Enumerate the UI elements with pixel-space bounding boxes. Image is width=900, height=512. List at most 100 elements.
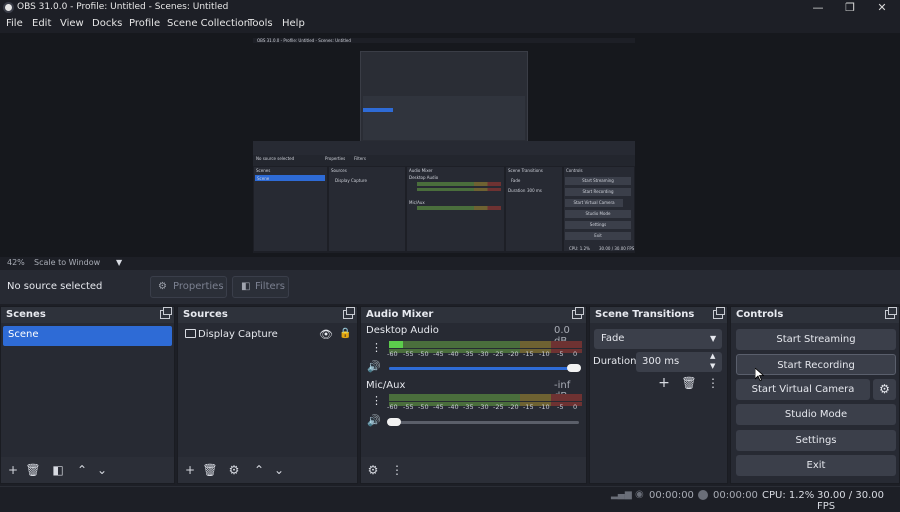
studio-mode-button[interactable]: Studio Mode: [736, 404, 896, 425]
spin-up-icon[interactable]: ▲: [710, 352, 715, 360]
volume-slider-fill: [389, 367, 579, 370]
restore-icon[interactable]: ❐: [840, 1, 860, 15]
spin-down-icon[interactable]: ▼: [710, 362, 715, 370]
gear-icon[interactable]: ⚙: [365, 462, 381, 478]
volume-slider-handle[interactable]: [567, 364, 581, 372]
signal-bars-icon: ▂▄▆: [611, 490, 632, 500]
sources-footer: + 🗑 ⚙ ⌃ ⌄: [178, 457, 357, 483]
arrow-down-icon[interactable]: ⌄: [271, 462, 287, 478]
duration-spinbox[interactable]: 300 ms ▲ ▼: [636, 352, 722, 372]
scale-mode-select[interactable]: Scale to Window: [34, 258, 100, 267]
exit-button[interactable]: Exit: [736, 455, 896, 476]
undock-icon[interactable]: [713, 307, 725, 319]
gear-icon[interactable]: ⚙: [226, 462, 242, 478]
nested-btn-exit: Exit: [565, 232, 631, 240]
mixer-title: Audio Mixer: [361, 307, 586, 323]
meter-ticks: -60 -55 -50 -45 -40 -35 -30 -25 -20 -15 …: [387, 403, 584, 411]
source-item[interactable]: Display Capture 👁 🔒: [180, 326, 355, 346]
stream-time: 00:00:00: [649, 490, 694, 501]
scene-item[interactable]: Scene: [3, 326, 172, 346]
menu-view[interactable]: View: [60, 18, 84, 29]
settings-button[interactable]: Settings: [736, 430, 896, 451]
trash-icon[interactable]: 🗑: [25, 462, 41, 478]
filters-label: Filters: [255, 281, 285, 292]
volume-slider[interactable]: [389, 421, 579, 424]
start-streaming-button[interactable]: Start Streaming: [736, 329, 896, 350]
duration-label: Duration: [593, 356, 637, 367]
menu-help[interactable]: Help: [282, 18, 305, 29]
scale-bar: 42% Scale to Window ▼: [0, 257, 900, 270]
add-icon[interactable]: +: [5, 462, 21, 478]
cpu-usage: CPU: 1.2%: [762, 490, 815, 501]
tick-label: -50: [418, 403, 429, 411]
volume-slider-handle[interactable]: [387, 418, 401, 426]
nested-properties: Properties: [325, 156, 346, 161]
nested-btn-recording: Start Recording: [565, 188, 631, 196]
add-icon[interactable]: +: [182, 462, 198, 478]
nested-no-source: No source selected: [256, 156, 295, 161]
close-icon[interactable]: ✕: [872, 1, 892, 15]
minimize-icon[interactable]: —: [808, 1, 828, 15]
filter-icon[interactable]: ◧: [50, 462, 66, 478]
arrow-up-icon[interactable]: ⌃: [74, 462, 90, 478]
menu-profile[interactable]: Profile: [129, 18, 160, 29]
sources-title: Sources: [178, 307, 357, 323]
scene-item-label: Scene: [8, 329, 39, 340]
tick-label: 0: [573, 350, 578, 358]
menu-bar: File Edit View Docks Profile Scene Colle…: [0, 16, 900, 33]
undock-icon[interactable]: [160, 307, 172, 319]
tick-label: -45: [433, 350, 444, 358]
eye-icon[interactable]: 👁: [319, 328, 333, 341]
add-icon[interactable]: +: [656, 375, 672, 391]
kebab-menu-icon[interactable]: ⋮: [371, 341, 382, 354]
start-virtual-camera-button[interactable]: Start Virtual Camera: [736, 379, 870, 400]
scene-transitions-dock: Scene Transitions Fade ▼ Duration 300 ms…: [589, 306, 728, 484]
duration-value: 300 ms: [642, 356, 680, 367]
level-meter: [389, 394, 582, 401]
menu-file[interactable]: File: [6, 18, 23, 29]
no-source-label: No source selected: [7, 281, 103, 292]
level-meter: [389, 341, 582, 348]
tick-label: -5: [557, 350, 564, 358]
trash-icon[interactable]: 🗑: [681, 375, 697, 391]
nested-scene-item: Scene: [257, 176, 270, 181]
menu-edit[interactable]: Edit: [32, 18, 51, 29]
kebab-menu-icon[interactable]: ⋮: [705, 375, 721, 391]
audio-mixer-dock: Audio Mixer Desktop Audio 0.0 dB ⋮ -60 -…: [360, 306, 587, 484]
chevron-down-icon[interactable]: ▼: [116, 258, 122, 267]
channel-name: Mic/Aux: [366, 380, 406, 391]
tick-label: -45: [433, 403, 444, 411]
tick-label: -55: [403, 350, 414, 358]
controls-title: Controls: [731, 307, 899, 323]
speaker-icon[interactable]: 🔊: [367, 360, 381, 373]
trash-icon[interactable]: 🗑: [202, 462, 218, 478]
nested-fps: 30.00 / 30.00 FPS: [599, 246, 635, 251]
scenes-title: Scenes: [1, 307, 174, 323]
tick-label: -5: [557, 403, 564, 411]
lock-icon[interactable]: 🔒: [339, 328, 351, 339]
undock-icon[interactable]: [885, 307, 897, 319]
nested-desktop-audio: Desktop Audio: [409, 175, 439, 180]
tick-label: -50: [418, 350, 429, 358]
tick-label: 0: [573, 403, 578, 411]
filters-button[interactable]: ◧ Filters: [232, 276, 289, 298]
arrow-down-icon[interactable]: ⌄: [94, 462, 110, 478]
scenes-footer: + 🗑 ◧ ⌃ ⌄: [1, 457, 174, 483]
record-icon: [698, 490, 708, 500]
virtual-camera-settings-button[interactable]: ⚙: [873, 379, 896, 400]
arrow-up-icon[interactable]: ⌃: [251, 462, 267, 478]
undock-icon[interactable]: [343, 307, 355, 319]
nested-duration: Duration: [508, 188, 526, 193]
menu-tools[interactable]: Tools: [248, 18, 273, 29]
controls-dock: Controls Start Streaming Start Recording…: [730, 306, 900, 484]
menu-scene-collection[interactable]: Scene Collection: [167, 18, 250, 29]
preview-area[interactable]: OBS 31.0.0 - Profile: Untitled - Scenes:…: [0, 33, 900, 257]
kebab-menu-icon[interactable]: ⋮: [371, 394, 382, 407]
properties-button[interactable]: ⚙ Properties: [150, 276, 227, 298]
transition-select[interactable]: Fade ▼: [594, 329, 722, 349]
speaker-icon[interactable]: 🔊: [367, 414, 381, 427]
menu-docks[interactable]: Docks: [92, 18, 122, 29]
kebab-menu-icon[interactable]: ⋮: [389, 462, 405, 478]
undock-icon[interactable]: [572, 307, 584, 319]
tick-label: -25: [493, 350, 504, 358]
